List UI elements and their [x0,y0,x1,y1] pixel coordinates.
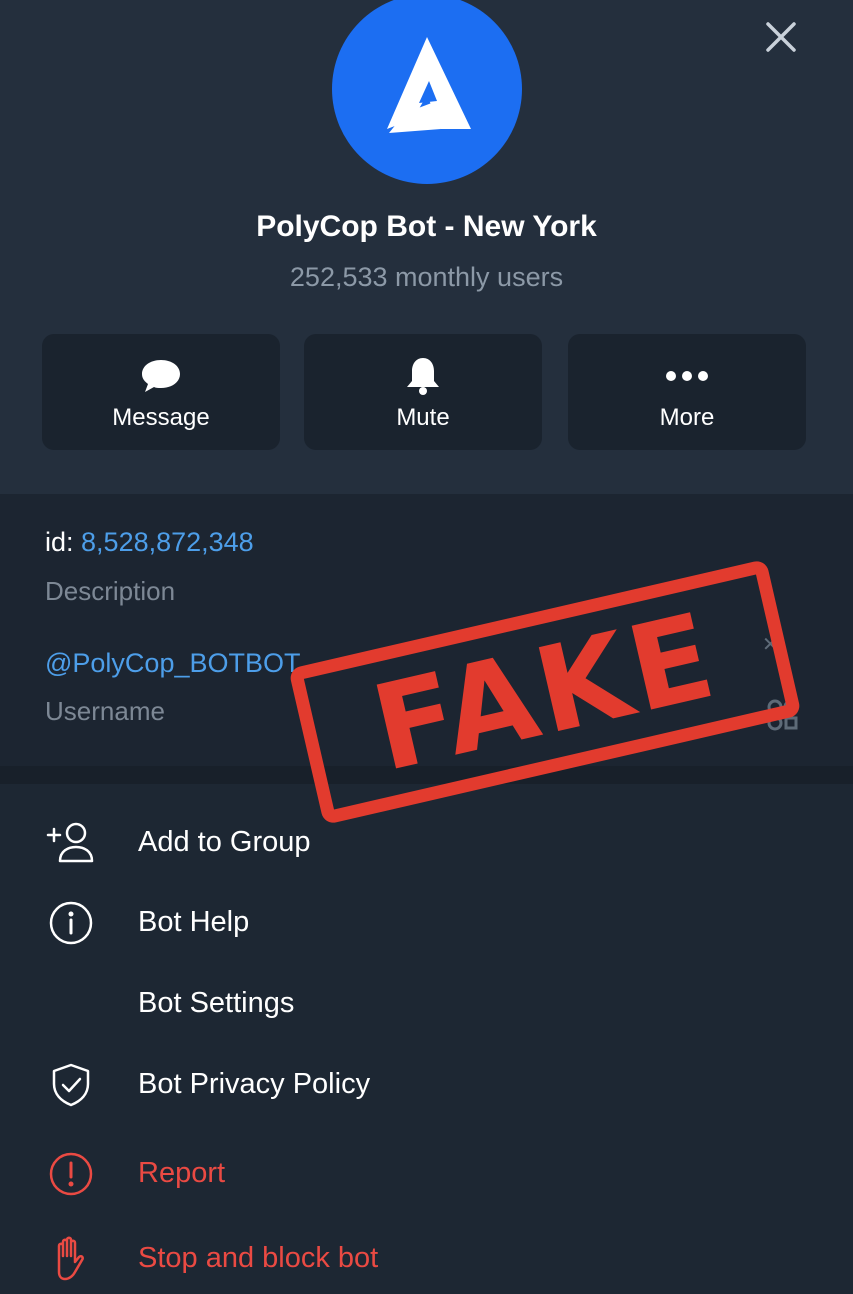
mute-button[interactable]: Mute [304,334,542,450]
bot-help-label: Bot Help [138,906,250,938]
stop-and-block-item[interactable]: Stop and block bot [0,1222,853,1294]
report-exclamation-icon [46,1149,96,1199]
more-label: More [659,404,715,431]
bot-avatar [332,0,522,184]
bot-privacy-policy-item[interactable]: Bot Privacy Policy [0,1048,853,1120]
shield-check-icon [46,1060,96,1110]
description-label: Description [45,576,176,606]
bot-name: PolyCop Bot - New York [256,210,597,243]
mute-label: Mute [396,404,450,431]
bot-settings-item[interactable]: Bot Settings [0,967,853,1039]
message-button[interactable]: Message [42,334,280,450]
add-user-icon [46,818,96,868]
username-value[interactable]: @PolyCop_BOTBOT [45,648,301,679]
more-dots-icon [665,354,709,398]
id-prefix: id: [45,527,82,557]
report-label: Report [138,1157,226,1189]
add-to-group-label: Add to Group [138,826,311,858]
hand-stop-icon [46,1234,96,1284]
info-icon [46,898,96,948]
more-button[interactable]: More [568,334,806,450]
arc-logo-icon [387,37,471,133]
message-label: Message [112,404,210,431]
report-item[interactable]: Report [0,1137,853,1209]
bot-help-item[interactable]: Bot Help [0,886,853,958]
stop-and-block-label: Stop and block bot [138,1242,379,1274]
add-to-group-item[interactable]: Add to Group [0,806,853,878]
close-icon [766,22,796,52]
bot-settings-label: Bot Settings [138,987,295,1019]
id-value[interactable]: 8,528,872,348 [81,527,254,557]
chat-bubble-icon [139,354,183,398]
close-button[interactable] [760,16,802,58]
monthly-users: 252,533 monthly users [289,262,564,292]
bot-privacy-policy-label: Bot Privacy Policy [138,1068,371,1100]
bell-icon [403,354,443,398]
bot-id[interactable]: id: 8,528,872,348 [45,527,254,558]
username-label: Username [45,696,165,726]
